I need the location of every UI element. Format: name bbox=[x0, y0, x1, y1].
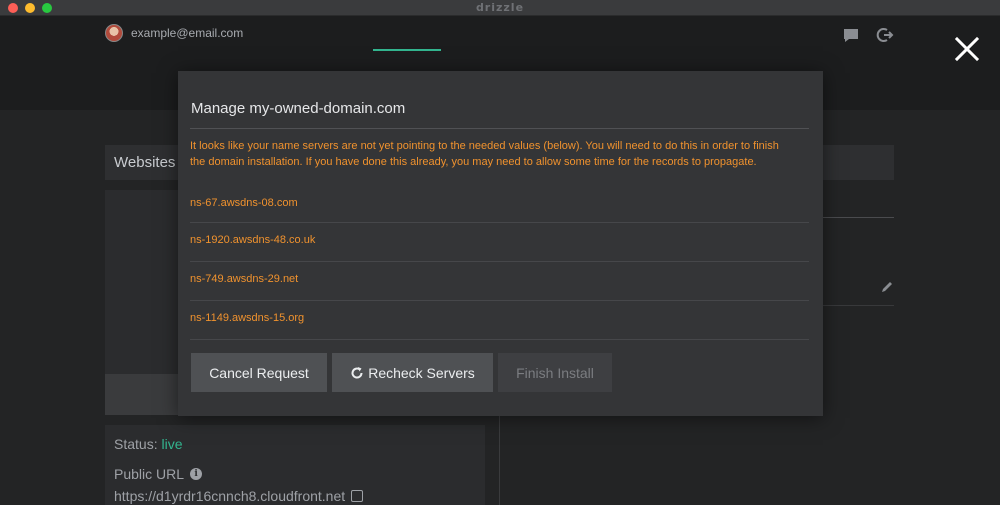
recheck-servers-button[interactable]: Recheck Servers bbox=[332, 353, 493, 392]
nameserver-list: ns-67.awsdns-08.com ns-1920.awsdns-48.co… bbox=[190, 186, 809, 340]
public-url-value-row: https://d1yrdr16cnnch8.cloudfront.net bbox=[114, 488, 364, 504]
public-url-row: Public URL i bbox=[114, 466, 203, 482]
avatar bbox=[105, 24, 123, 42]
close-icon[interactable] bbox=[952, 34, 982, 64]
cancel-request-button[interactable]: Cancel Request bbox=[191, 353, 327, 392]
user-email: example@email.com bbox=[131, 26, 244, 40]
list-item: ns-1920.awsdns-48.co.uk bbox=[190, 223, 809, 262]
recheck-label: Recheck Servers bbox=[368, 364, 475, 381]
status-badge: live bbox=[161, 436, 183, 452]
divider bbox=[190, 128, 809, 129]
copy-icon[interactable] bbox=[351, 490, 364, 502]
modal-actions: Cancel Request Recheck Servers Finish In… bbox=[191, 353, 612, 392]
public-url-value[interactable]: https://d1yrdr16cnnch8.cloudfront.net bbox=[114, 488, 345, 504]
active-tab-indicator bbox=[373, 49, 441, 51]
divider bbox=[499, 415, 500, 505]
list-item: ns-67.awsdns-08.com bbox=[190, 186, 809, 223]
window-titlebar: drizzle bbox=[0, 0, 1000, 16]
status-label: Status: bbox=[114, 436, 158, 452]
divider bbox=[820, 305, 894, 306]
pencil-icon[interactable] bbox=[880, 280, 894, 294]
user-menu[interactable]: example@email.com bbox=[105, 24, 243, 42]
modal-title: Manage my-owned-domain.com bbox=[191, 100, 406, 117]
nameserver-warning: It looks like your name servers are not … bbox=[190, 140, 779, 168]
list-item: ns-749.awsdns-29.net bbox=[190, 262, 809, 301]
divider bbox=[820, 217, 894, 218]
logout-icon[interactable] bbox=[876, 26, 894, 44]
list-item: ns-1149.awsdns-15.org bbox=[190, 301, 809, 340]
finish-install-button[interactable]: Finish Install bbox=[498, 353, 612, 392]
info-icon[interactable]: i bbox=[190, 468, 203, 480]
manage-domain-modal: Manage my-owned-domain.com It looks like… bbox=[178, 71, 823, 416]
websites-label: Websites bbox=[114, 154, 176, 171]
public-url-label: Public URL bbox=[114, 466, 185, 482]
app-name: drizzle bbox=[475, 1, 525, 14]
chat-icon[interactable] bbox=[842, 26, 860, 44]
refresh-icon bbox=[351, 366, 363, 379]
status-row: Status: live bbox=[114, 436, 183, 452]
